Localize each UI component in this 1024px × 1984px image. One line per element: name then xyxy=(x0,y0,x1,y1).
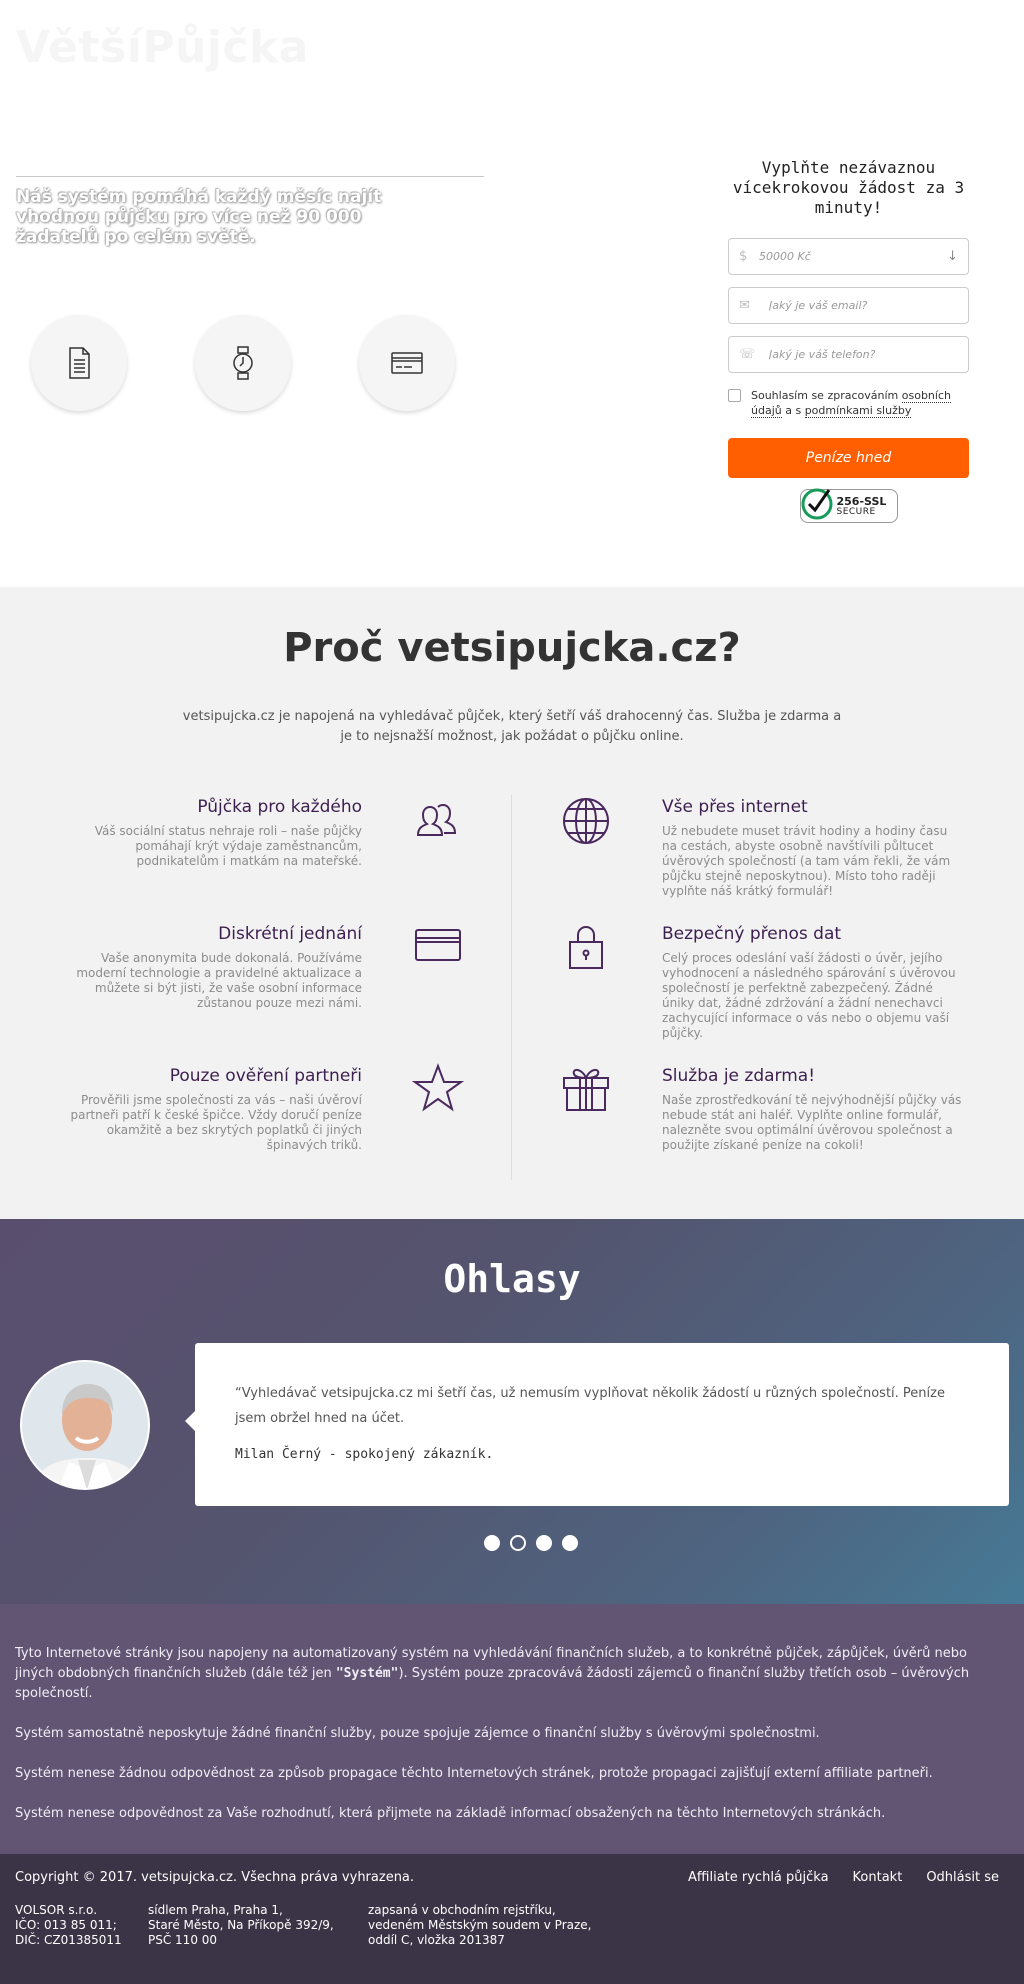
arrow-down-icon[interactable]: ↓ xyxy=(947,249,958,264)
ssl-secure-label: SECURE xyxy=(836,507,876,517)
watch-icon xyxy=(195,315,291,411)
feature-text: Vaše anonymita bude dokonalá. Používáme … xyxy=(76,951,362,1010)
terms-link[interactable]: podmínkami služby xyxy=(804,404,912,418)
testimonials-title: Ohlasy xyxy=(443,1257,581,1301)
why-title: Proč vetsipujcka.cz? xyxy=(283,625,741,671)
registration-line: zapsaná v obchodním rejstříku, xyxy=(368,1903,556,1917)
footer-link-contact[interactable]: Kontakt xyxy=(853,1870,903,1885)
consent-checkbox[interactable] xyxy=(728,389,741,402)
company-line: IČO: 013 85 011; xyxy=(15,1918,117,1932)
feature-title: Pouze ověření partneři xyxy=(169,1066,362,1086)
registration-line: vedeném Městským soudem v Praze, xyxy=(368,1918,592,1932)
avatar xyxy=(20,1360,150,1490)
hero-tagline: Náš systém pomáhá každý měsíc najít vhod… xyxy=(16,187,382,247)
system-term: "Systém" xyxy=(335,1666,399,1681)
disclaimer-section: Tyto Internetové stránky jsou napojeny n… xyxy=(0,1604,1024,1854)
registration-line: oddíl C, vložka 201387 xyxy=(368,1933,505,1947)
consent-mid: a s xyxy=(785,404,802,417)
company-info: VOLSOR s.r.o. IČO: 013 85 011; DIČ: CZ01… xyxy=(15,1903,122,1948)
hero-section: VětšíPůjčka Náš systém pomáhá každý měsí… xyxy=(0,0,1024,587)
address-line: PSČ 110 00 xyxy=(148,1933,218,1947)
dollar-icon: $ xyxy=(739,249,748,264)
company-address: sídlem Praha, Praha 1, Staré Město, Na P… xyxy=(148,1903,334,1948)
carousel-dot[interactable] xyxy=(484,1535,500,1551)
company-line: VOLSOR s.r.o. xyxy=(15,1903,98,1917)
ssl-badge: 256-SSL SECURE xyxy=(799,488,898,523)
loan-form: Vyplňte nezávaznou vícekrokovou žádost z… xyxy=(728,158,969,523)
carousel-dot-active[interactable] xyxy=(510,1535,526,1551)
feature-item: Služba je zdarma! Naše zprostředkování t… xyxy=(662,1066,962,1153)
address-line: Staré Město, Na Příkopě 392/9, xyxy=(148,1918,334,1932)
consent-prefix: Souhlasím se zpracováním xyxy=(751,389,899,402)
footer-nav: Affiliate rychlá půjčka Kontakt Odhlásit… xyxy=(688,1870,999,1885)
phone-field[interactable]: ☏ xyxy=(728,336,969,373)
amount-field[interactable]: $ ↓ xyxy=(728,238,969,275)
feature-item: Pouze ověření partneři Prověřili jsme sp… xyxy=(62,1066,362,1153)
company-line: DIČ: CZ01385011 xyxy=(15,1933,122,1947)
feature-item: Bezpečný přenos dat Celý proces odeslání… xyxy=(662,924,962,1041)
feature-title: Bezpečný přenos dat xyxy=(662,924,842,944)
email-input[interactable] xyxy=(769,288,949,323)
feature-item: Diskrétní jednání Vaše anonymita bude do… xyxy=(62,924,362,1011)
carousel-dots xyxy=(484,1535,578,1551)
feature-title: Diskrétní jednání xyxy=(218,924,362,944)
feature-text: Celý proces odeslání vaší žádosti o úvěr… xyxy=(662,951,956,1040)
testimonial-quote: “Vyhledávač vetsipujcka.cz mi šetří čas,… xyxy=(235,1386,945,1426)
testimonial-card: “Vyhledávač vetsipujcka.cz mi šetří čas,… xyxy=(185,1343,1009,1506)
copyright: Copyright © 2017. vetsipujcka.cz. Všechn… xyxy=(15,1870,415,1885)
ssl-check-icon xyxy=(801,488,832,520)
address-line: sídlem Praha, Praha 1, xyxy=(148,1903,283,1917)
testimonials-section: Ohlasy “Vyhledávač vetsipujcka.cz mi šet… xyxy=(0,1219,1024,1604)
phone-icon: ☏ xyxy=(739,347,756,362)
envelope-icon: ✉ xyxy=(739,298,750,313)
star-icon xyxy=(412,1063,464,1112)
amount-input[interactable] xyxy=(759,239,939,274)
submit-button[interactable]: Peníze hned xyxy=(728,438,969,478)
footer: Copyright © 2017. vetsipujcka.cz. Všechn… xyxy=(0,1854,1024,1984)
card-icon xyxy=(415,929,461,961)
credit-card-icon xyxy=(359,315,455,411)
feature-title: Vše přes internet xyxy=(662,797,808,817)
gift-icon xyxy=(563,1068,609,1111)
feature-title: Půjčka pro každého xyxy=(197,797,362,817)
carousel-dot[interactable] xyxy=(536,1535,552,1551)
disclaimer-paragraph: Systém samostatně neposkytuje žádné fina… xyxy=(15,1726,820,1741)
email-field[interactable]: ✉ xyxy=(728,287,969,324)
document-icon xyxy=(31,315,127,411)
form-title: Vyplňte nezávaznou vícekrokovou žádost z… xyxy=(732,158,965,217)
disclaimer-paragraph: Systém nenese odpovědnost za Vaše rozhod… xyxy=(15,1806,886,1821)
feature-text: Váš sociální status nehraje roli – naše … xyxy=(94,824,362,868)
feature-text: Už nebudete muset trávit hodiny a hodiny… xyxy=(662,824,951,898)
lock-icon xyxy=(569,926,603,969)
disclaimer-paragraph: Systém nenese žádnou odpovědnost za způs… xyxy=(15,1766,933,1781)
why-section: Proč vetsipujcka.cz? vetsipujcka.cz je n… xyxy=(0,587,1024,1219)
footer-link-affiliate[interactable]: Affiliate rychlá půjčka xyxy=(688,1870,829,1885)
feature-item: Vše přes internet Už nebudete muset tráv… xyxy=(662,797,962,899)
feature-text: Naše zprostředkování tě nejvýhodnější pů… xyxy=(662,1093,962,1152)
carousel-dot[interactable] xyxy=(562,1535,578,1551)
site-logo[interactable]: VětšíPůjčka xyxy=(16,22,309,73)
feature-item: Půjčka pro každého Váš sociální status n… xyxy=(62,797,362,869)
users-icon xyxy=(416,803,457,836)
why-intro: vetsipujcka.cz je napojená na vyhledávač… xyxy=(182,709,842,744)
company-registration: zapsaná v obchodním rejstříku, vedeném M… xyxy=(368,1903,591,1948)
disclaimer-paragraph: Tyto Internetové stránky jsou napojeny n… xyxy=(15,1644,1009,1704)
features-divider xyxy=(511,795,512,1180)
feature-text: Prověřili jsme společnosti za vás – naši… xyxy=(70,1093,362,1152)
hero-divider xyxy=(16,176,484,177)
globe-icon xyxy=(563,798,609,844)
consent-row: Souhlasím se zpracováním osobních údajů … xyxy=(728,388,969,418)
footer-link-unsubscribe[interactable]: Odhlásit se xyxy=(926,1870,999,1885)
testimonial-author: Milan Černý - spokojený zákazník. xyxy=(235,1447,494,1462)
phone-input[interactable] xyxy=(769,337,949,372)
feature-title: Služba je zdarma! xyxy=(662,1066,816,1086)
